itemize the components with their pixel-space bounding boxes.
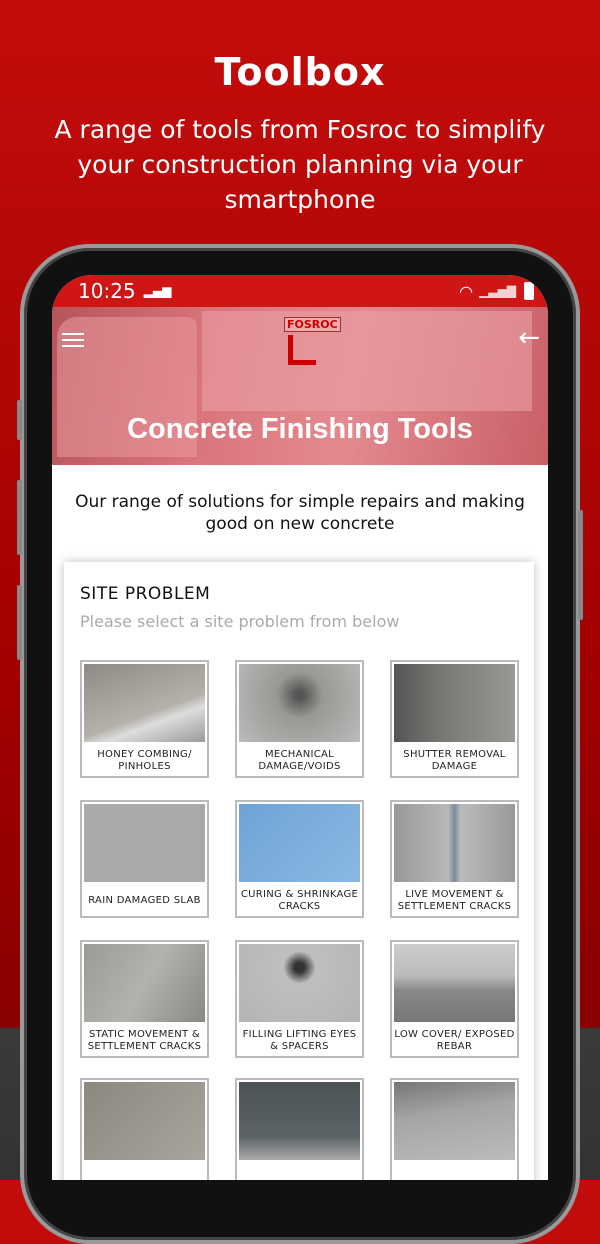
site-problem-label: MECHANICAL DAMAGE/VOIDS — [258, 749, 341, 772]
site-problem-tile[interactable]: LOW COVER/ EXPOSED REBAR — [390, 940, 519, 1058]
signal-activity-icon: ▂▄▆ — [143, 284, 172, 298]
site-problem-photo — [394, 1082, 515, 1160]
site-problem-photo — [84, 804, 205, 882]
arrow-left-icon[interactable]: ← — [518, 323, 540, 353]
site-problem-photo — [84, 1082, 205, 1160]
site-problem-photo — [239, 804, 360, 882]
site-problem-tile[interactable]: STATIC MOVEMENT & SETTLEMENT CRACKS — [80, 940, 209, 1058]
site-problem-label — [237, 1162, 362, 1180]
site-problem-label: FILLING LIFTING EYES & SPACERS — [242, 1029, 357, 1052]
site-problem-photo — [239, 1082, 360, 1160]
site-problem-tile[interactable]: FILLING LIFTING EYES & SPACERS — [235, 940, 364, 1058]
site-problem-photo — [394, 944, 515, 1022]
site-problem-tile[interactable]: MECHANICAL DAMAGE/VOIDS — [235, 660, 364, 778]
site-problem-photo — [394, 804, 515, 882]
phone-button — [578, 510, 583, 620]
page-title: Concrete Finishing Tools — [127, 413, 473, 445]
site-problem-tile[interactable]: RAIN DAMAGED SLAB — [80, 800, 209, 918]
fosroc-logo: FOSROC — [284, 317, 341, 332]
site-problem-photo — [239, 944, 360, 1022]
site-problem-tile[interactable] — [235, 1078, 364, 1180]
site-problem-photo — [84, 664, 205, 742]
cell-signal-icon: ▁▃▅▇ — [479, 284, 516, 298]
section-heading: SITE PROBLEM — [80, 584, 211, 604]
site-problem-tile[interactable] — [390, 1078, 519, 1180]
section-hint: Please select a site problem from below — [80, 612, 400, 631]
phone-button — [17, 400, 22, 440]
site-problem-photo — [239, 664, 360, 742]
site-problem-label: LOW COVER/ EXPOSED REBAR — [394, 1029, 515, 1052]
header-banner: FOSROC ← Concrete Finishing Tools — [52, 307, 548, 465]
site-problem-tile[interactable]: HONEY COMBING/ PINHOLES — [80, 660, 209, 778]
truck-trailer-image — [202, 311, 532, 411]
site-problem-label — [392, 1162, 517, 1180]
site-problem-tile[interactable]: SHUTTER REMOVAL DAMAGE — [390, 660, 519, 778]
hamburger-icon[interactable] — [62, 329, 84, 351]
site-problem-label: SHUTTER REMOVAL DAMAGE — [403, 749, 506, 772]
site-problem-tile[interactable]: LIVE MOVEMENT & SETTLEMENT CRACKS — [390, 800, 519, 918]
battery-icon — [524, 282, 534, 300]
phone-button — [17, 585, 22, 660]
site-problem-label — [82, 1162, 207, 1180]
fosroc-logo-mark — [288, 335, 316, 365]
wifi-icon: ◠ — [459, 281, 474, 301]
status-bar: 10:25 ▂▄▆ ◠ ▁▃▅▇ — [52, 275, 548, 307]
site-problem-photo — [394, 664, 515, 742]
status-time: 10:25 — [78, 279, 136, 303]
site-problem-label: HONEY COMBING/ PINHOLES — [97, 749, 192, 772]
site-problem-label: STATIC MOVEMENT & SETTLEMENT CRACKS — [87, 1029, 202, 1052]
intro-text: Our range of solutions for simple repair… — [75, 492, 525, 534]
site-problem-photo — [84, 944, 205, 1022]
site-problem-tile[interactable] — [80, 1078, 209, 1180]
site-problem-label: RAIN DAMAGED SLAB — [88, 895, 201, 906]
site-problem-label: LIVE MOVEMENT & SETTLEMENT CRACKS — [397, 889, 512, 912]
phone-button — [17, 480, 22, 555]
promo-subtitle: A range of tools from Fosroc to simplify… — [54, 115, 546, 214]
site-problem-label: CURING & SHRINKAGE CRACKS — [240, 889, 359, 912]
promo-title: Toolbox — [214, 50, 386, 94]
site-problem-tile[interactable]: CURING & SHRINKAGE CRACKS — [235, 800, 364, 918]
app-screen: 10:25 ▂▄▆ ◠ ▁▃▅▇ FOSROC ← Concrete Finis… — [52, 275, 548, 1180]
site-problem-card: SITE PROBLEM Please select a site proble… — [64, 562, 534, 1180]
